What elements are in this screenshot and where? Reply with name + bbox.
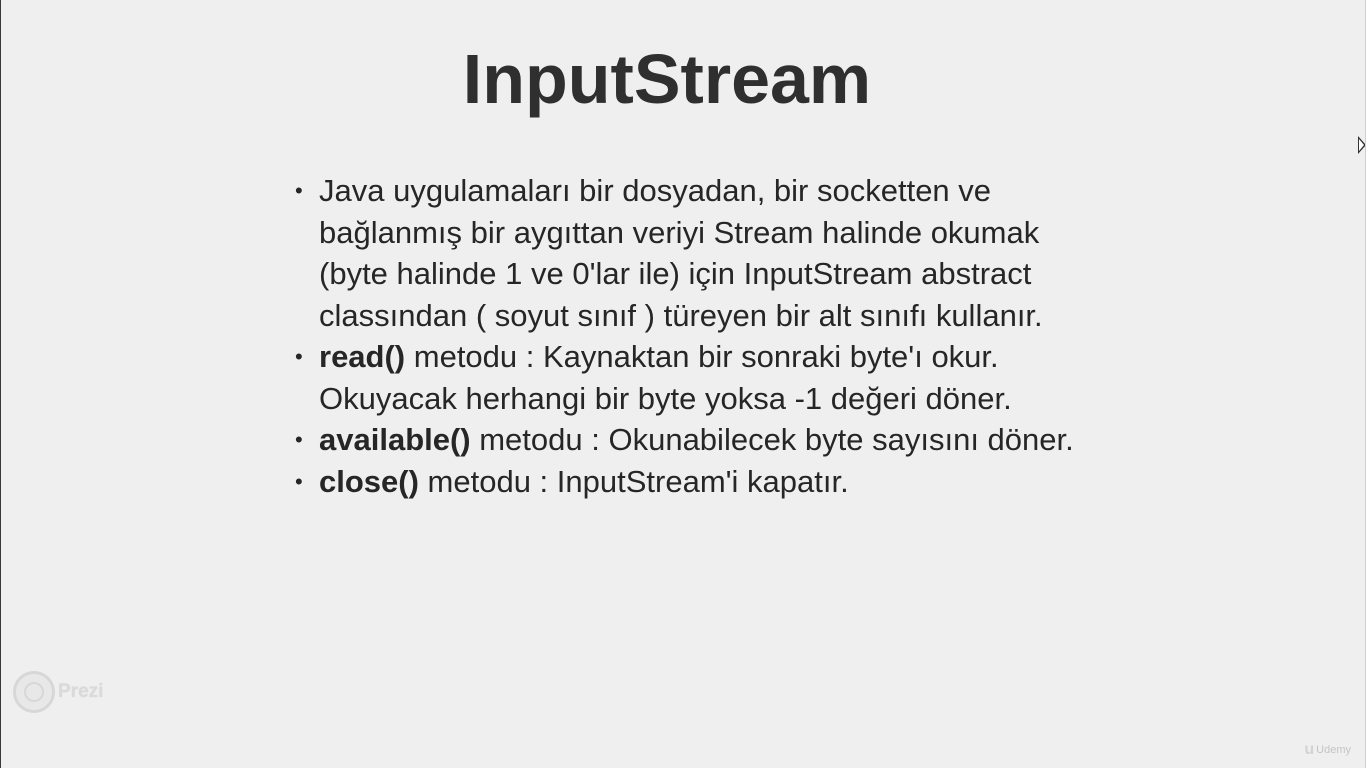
bullet-text: metodu : InputStream'i kapatır. [418,463,849,499]
bullet-dot: • [295,344,303,369]
prezi-logo-text: Prezi [58,681,104,702]
slide-title: InputStream [462,40,872,118]
bullet-text: metodu : Okunabilecek byte sayısını döne… [470,422,1074,457]
prezi-circle-icon [13,671,55,713]
bullet-item: • read() metodu : Kaynaktan bir sonraki … [293,336,1093,419]
bullet-list: • Java uygulamaları bir dosyadan, bir so… [293,170,1093,502]
bullet-keyword: close() [319,463,419,499]
udemy-u-icon: u [1304,741,1315,758]
bullet-dot: • [295,427,303,452]
bullet-keyword: available() [319,422,471,457]
bullet-item: • available() metodu : Okunabilecek byte… [293,419,1093,461]
bullet-dot: • [295,178,303,203]
udemy-watermark: u Udemy [1304,741,1351,759]
udemy-logo-text: Udemy [1316,744,1351,756]
bullet-dot: • [295,468,303,494]
bullet-keyword: read() [319,339,406,374]
bullet-text: Java uygulamaları bir dosyadan, bir sock… [319,173,1043,333]
bullet-text: metodu : Kaynaktan bir sonraki byte'ı ok… [319,339,1012,416]
mouse-cursor-icon [1358,136,1365,154]
bullet-item: • close() metodu : InputStream'i kapatır… [293,461,1093,503]
bullet-item: • Java uygulamaları bir dosyadan, bir so… [293,170,1093,336]
slide-frame: InputStream • Java uygulamaları bir dosy… [0,0,1366,768]
prezi-watermark: Prezi [13,669,103,715]
